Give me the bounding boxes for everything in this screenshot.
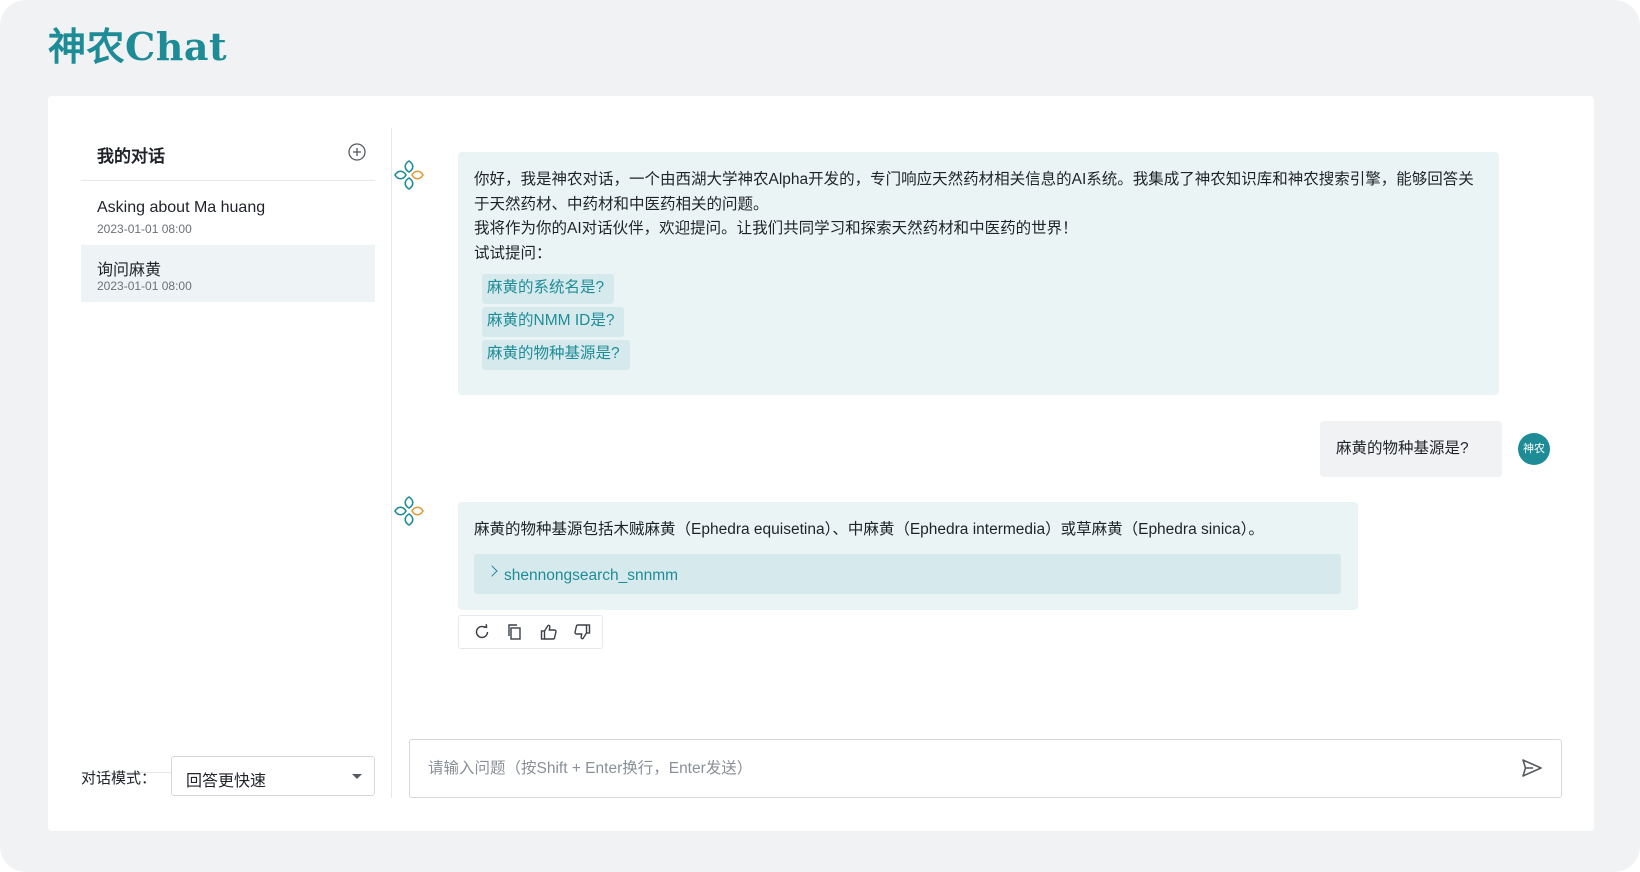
caret-down-icon	[352, 774, 362, 779]
copy-icon[interactable]	[505, 622, 525, 642]
sidebar: 我的对话 Asking about Ma huang 2023-01-01 08…	[81, 128, 375, 798]
suggest-label: 试试提问：	[474, 244, 552, 262]
user-avatar: 神农	[1518, 433, 1550, 465]
sidebar-header: 我的对话	[81, 128, 375, 181]
tool-call-label: shennongsearch_snnmm	[504, 567, 679, 584]
user-message: 麻黄的物种基源是?	[1320, 421, 1502, 477]
sidebar-title: 我的对话	[97, 147, 165, 166]
answer-text: 麻黄的物种基源包括木贼麻黄（Ephedra equisetina）、中麻黄（Ep…	[474, 521, 1264, 538]
conversation-item[interactable]: Asking about Ma huang 2023-01-01 08:00	[81, 188, 375, 245]
send-icon[interactable]	[1521, 757, 1543, 779]
main-card: 我的对话 Asking about Ma huang 2023-01-01 08…	[48, 96, 1594, 831]
app-window: 神农Chat 我的对话 Asking about Ma huang 2023-0…	[0, 0, 1640, 872]
mode-row: 对话模式： 回答更快速	[81, 756, 381, 796]
sidebar-divider	[391, 128, 392, 798]
conversation-item-active[interactable]: 询问麻黄 2023-01-01 08:00	[81, 245, 375, 302]
conversation-list: Asking about Ma huang 2023-01-01 08:00 询…	[81, 188, 375, 302]
chat-input-box	[409, 739, 1562, 798]
tool-call-expander[interactable]: shennongsearch_snnmm	[474, 554, 1341, 594]
regenerate-icon[interactable]	[472, 622, 492, 642]
chat-input[interactable]	[426, 754, 1490, 784]
conversation-title: Asking about Ma huang	[97, 199, 266, 216]
bot-avatar-icon	[394, 160, 424, 190]
mode-label: 对话模式：	[81, 770, 157, 787]
bot-answer-message: 麻黄的物种基源包括木贼麻黄（Ephedra equisetina）、中麻黄（Ep…	[458, 502, 1358, 610]
conversation-time: 2023-01-01 08:00	[97, 279, 192, 293]
mode-select[interactable]: 回答更快速	[171, 756, 375, 796]
conversation-title: 询问麻黄	[97, 262, 162, 279]
message-actions	[458, 615, 603, 649]
bot-avatar-icon	[394, 496, 424, 526]
suggested-question[interactable]: 麻黄的物种基源是?	[482, 340, 630, 370]
chevron-right-icon	[486, 565, 498, 577]
thumbs-up-icon[interactable]	[539, 622, 559, 642]
mode-select-value: 回答更快速	[186, 773, 267, 790]
new-conversation-icon[interactable]	[347, 142, 367, 162]
welcome-text: 你好，我是神农对话，一个由西湖大学神农Alpha开发的，专门响应天然药材相关信息…	[474, 171, 1474, 213]
app-logo: 神农Chat	[48, 24, 228, 69]
bot-welcome-message: 你好，我是神农对话，一个由西湖大学神农Alpha开发的，专门响应天然药材相关信息…	[458, 152, 1499, 395]
welcome-text: 我将作为你的AI对话伙伴，欢迎提问。让我们共同学习和探索天然药材和中医药的世界！	[474, 220, 1078, 237]
conversation-time: 2023-01-01 08:00	[97, 222, 192, 236]
thumbs-down-icon[interactable]	[572, 622, 592, 642]
